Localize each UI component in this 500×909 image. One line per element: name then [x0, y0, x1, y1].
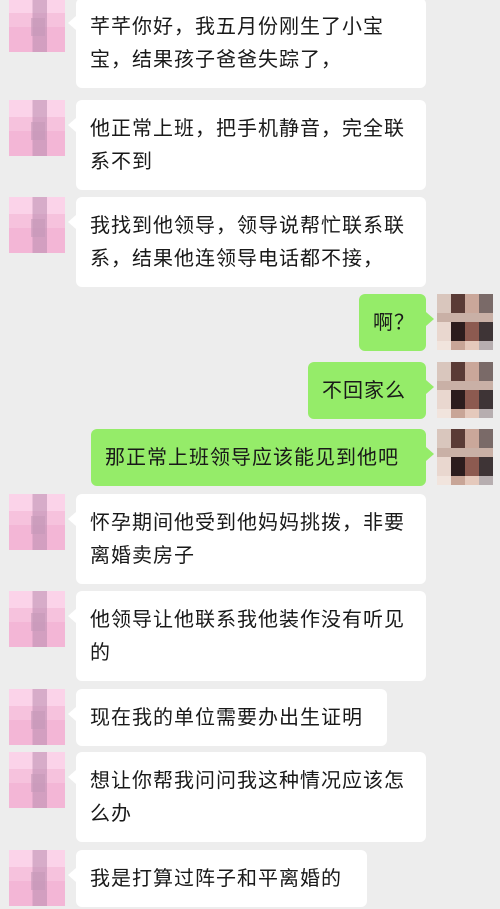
message-bubble[interactable]: 我找到他领导，领导说帮忙联系联系，结果他连领导电话都不接，	[68, 197, 426, 287]
message-text: 他正常上班，把手机静音，完全联系不到	[90, 116, 405, 173]
message-text: 不回家么	[322, 378, 406, 402]
message-text: 那正常上班领导应该能见到他吧	[105, 445, 399, 469]
message-text: 现在我的单位需要办出生证明	[90, 705, 363, 729]
contact-avatar-icon[interactable]	[9, 0, 65, 52]
message-text: 啊？	[373, 310, 415, 334]
message-bubble[interactable]: 想让你帮我问问我这种情况应该怎么办	[68, 752, 426, 842]
message-text: 我是打算过阵子和平离婚的	[90, 866, 342, 890]
contact-avatar-icon[interactable]	[9, 689, 65, 745]
contact-avatar-icon[interactable]	[9, 752, 65, 808]
message-bubble[interactable]: 他领导让他联系我他装作没有听见的	[68, 591, 426, 681]
message-bubble[interactable]: 啊？	[359, 294, 434, 351]
message-bubble[interactable]: 芊芊你好，我五月份刚生了小宝宝，结果孩子爸爸失踪了，	[68, 0, 426, 88]
contact-avatar-icon[interactable]	[9, 197, 65, 253]
message-bubble[interactable]: 现在我的单位需要办出生证明	[68, 689, 387, 746]
message-text: 我找到他领导，领导说帮忙联系联系，结果他连领导电话都不接，	[90, 213, 405, 270]
user-avatar-icon[interactable]	[437, 429, 493, 485]
contact-avatar-icon[interactable]	[9, 591, 65, 647]
message-bubble[interactable]: 怀孕期间他受到他妈妈挑拨，非要离婚卖房子	[68, 494, 426, 584]
user-avatar-icon[interactable]	[437, 362, 493, 418]
message-text: 他领导让他联系我他装作没有听见的	[90, 607, 405, 664]
contact-avatar-icon[interactable]	[9, 100, 65, 156]
message-text: 想让你帮我问问我这种情况应该怎么办	[90, 768, 405, 825]
message-bubble[interactable]: 不回家么	[308, 362, 434, 419]
contact-avatar-icon[interactable]	[9, 494, 65, 550]
contact-avatar-icon[interactable]	[9, 850, 65, 906]
user-avatar-icon[interactable]	[437, 294, 493, 350]
message-bubble[interactable]: 他正常上班，把手机静音，完全联系不到	[68, 100, 426, 190]
message-bubble[interactable]: 那正常上班领导应该能见到他吧	[91, 429, 434, 486]
message-text: 怀孕期间他受到他妈妈挑拨，非要离婚卖房子	[90, 510, 405, 567]
message-text: 芊芊你好，我五月份刚生了小宝宝，结果孩子爸爸失踪了，	[90, 14, 384, 71]
message-bubble[interactable]: 我是打算过阵子和平离婚的	[68, 850, 367, 907]
